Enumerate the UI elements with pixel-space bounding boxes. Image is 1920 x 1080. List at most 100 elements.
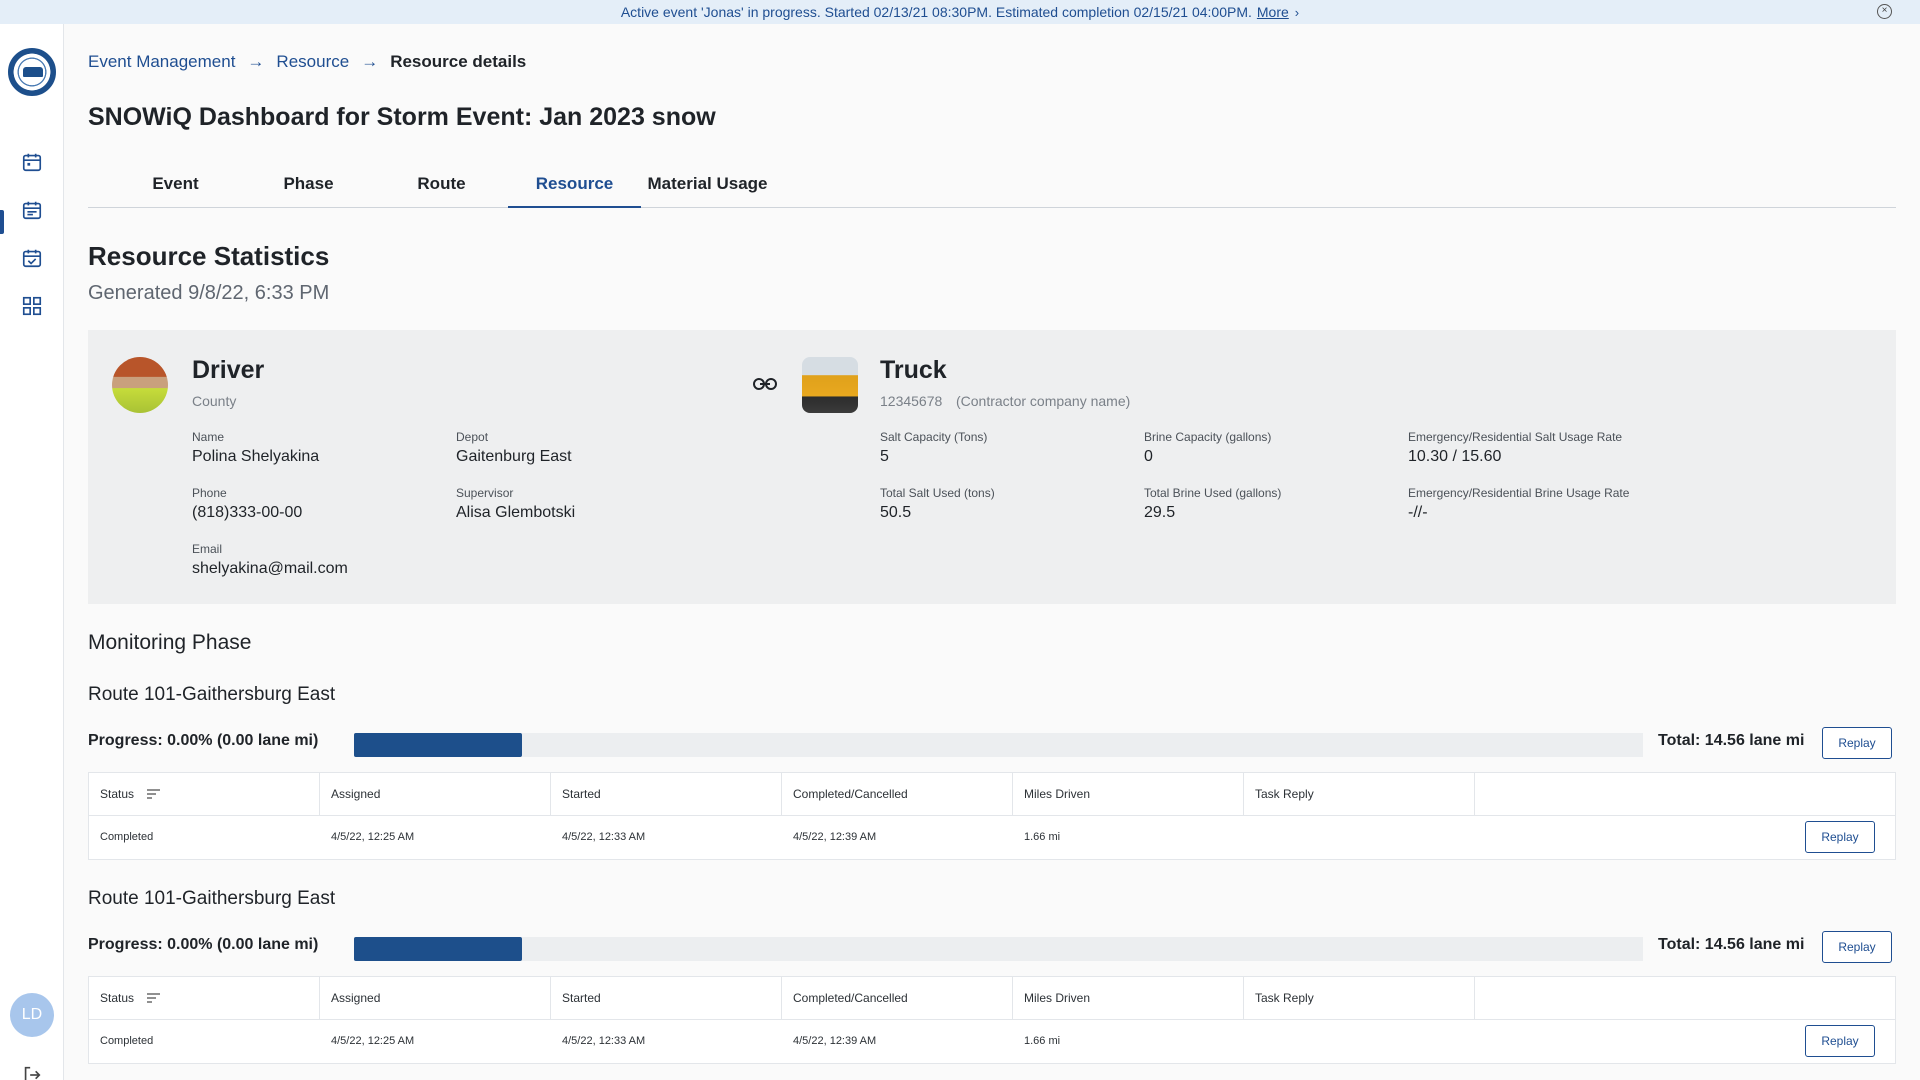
page-title: SNOWiQ Dashboard for Storm Event: Jan 20… [88, 103, 716, 131]
breadcrumb-event-management[interactable]: Event Management [88, 52, 235, 72]
cell-assigned: 4/5/22, 12:25 AM [331, 831, 415, 843]
arrow-right-icon: → [247, 52, 265, 71]
arrow-right-icon: → [361, 52, 379, 71]
logout-icon[interactable] [21, 1064, 43, 1080]
sidebar-item-dashboard[interactable] [20, 294, 44, 318]
grid-icon [22, 296, 42, 316]
row-replay-button[interactable]: Replay [1805, 1025, 1875, 1057]
cell-started: 4/5/22, 12:33 AM [562, 831, 646, 843]
driver-name: Polina Shelyakina [192, 448, 320, 465]
total-brine-label: Total Brine Used (gallons) [1144, 486, 1282, 500]
chevron-right-icon[interactable]: › [1295, 5, 1299, 20]
breadcrumb-resource[interactable]: Resource [276, 52, 349, 72]
cell-miles: 1.66 mi [1024, 1035, 1061, 1047]
progress-bar-fill [354, 937, 522, 961]
generated-timestamp: Generated 9/8/22, 6:33 PM [88, 282, 330, 304]
salt-capacity: 5 [880, 448, 889, 465]
column-header-started: Started [551, 977, 782, 1019]
tab-route[interactable]: Route [375, 170, 508, 208]
salt-rate: 10.30 / 15.60 [1408, 448, 1502, 465]
sort-icon[interactable] [147, 774, 161, 816]
brine-capacity-label: Brine Capacity (gallons) [1144, 430, 1272, 444]
table-header: Status Assigned Started Completed/Cancel… [89, 977, 1895, 1020]
cell-status: Completed [100, 1035, 154, 1047]
resource-card: Driver County Name Polina Shelyakina Dep… [88, 330, 1896, 604]
breadcrumb: Event Management → Resource → Resource d… [88, 52, 526, 72]
column-header-task-reply: Task Reply [1244, 773, 1475, 815]
cell-status: Completed [100, 831, 154, 843]
route-title: Route 101-Gaithersburg East [88, 888, 336, 909]
column-header-status: Status [89, 977, 320, 1019]
banner-message: Active event 'Jonas' in progress. Starte… [620, 4, 1252, 20]
sidebar-item-calendar[interactable] [20, 150, 44, 174]
column-header-started: Started [551, 773, 782, 815]
sidebar: LD [0, 24, 64, 1080]
driver-subtitle: County [192, 393, 237, 409]
progress-label: Progress: 0.00% (0.00 lane mi) [88, 732, 319, 749]
app-logo[interactable] [8, 48, 56, 96]
route-progress-row: Progress: 0.00% (0.00 lane mi) Total: 14… [88, 727, 1896, 759]
salt-capacity-label: Salt Capacity (Tons) [880, 430, 988, 444]
truck-photo [802, 357, 858, 413]
route-progress-row: Progress: 0.00% (0.00 lane mi) Total: 14… [88, 931, 1896, 963]
progress-total: Total: 14.56 lane mi [1658, 936, 1805, 953]
sidebar-item-tasks[interactable] [20, 246, 44, 270]
resource-statistics-title: Resource Statistics [88, 241, 330, 271]
column-header-completed: Completed/Cancelled [782, 977, 1013, 1019]
driver-email: shelyakina@mail.com [192, 560, 348, 577]
active-event-banner: Active event 'Jonas' in progress. Starte… [0, 0, 1920, 24]
cell-completed: 4/5/22, 12:39 AM [793, 1035, 877, 1047]
column-header-assigned: Assigned [320, 773, 551, 815]
truck-company: (Contractor company name) [956, 393, 1131, 409]
cell-completed: 4/5/22, 12:39 AM [793, 831, 877, 843]
column-header-assigned: Assigned [320, 977, 551, 1019]
total-salt-label: Total Salt Used (tons) [880, 486, 995, 500]
salt-rate-label: Emergency/Residential Salt Usage Rate [1408, 430, 1623, 444]
column-header-label: Status [100, 787, 135, 801]
driver-depot-label: Depot [456, 430, 489, 444]
close-icon[interactable]: × [1877, 4, 1892, 19]
total-salt: 50.5 [880, 504, 912, 521]
tab-resource[interactable]: Resource [508, 170, 641, 208]
total-brine: 29.5 [1144, 504, 1176, 521]
cell-task-reply [1244, 816, 1255, 859]
progress-bar [354, 733, 1643, 757]
driver-supervisor: Alisa Glembotski [456, 504, 576, 521]
sidebar-active-indicator [0, 210, 4, 234]
route-table: Status Assigned Started Completed/Cancel… [88, 772, 1896, 860]
brine-rate: -//- [1408, 504, 1428, 521]
cell-started: 4/5/22, 12:33 AM [562, 1035, 646, 1047]
column-header-task-reply: Task Reply [1244, 977, 1475, 1019]
brine-capacity: 0 [1144, 448, 1153, 465]
breadcrumb-current: Resource details [390, 52, 527, 71]
driver-phone-label: Phone [192, 486, 227, 500]
progress-bar [354, 937, 1643, 961]
progress-total: Total: 14.56 lane mi [1658, 732, 1805, 749]
route-table: Status Assigned Started Completed/Cancel… [88, 976, 1896, 1064]
banner-more-link[interactable]: More [1257, 4, 1289, 20]
column-header-miles: Miles Driven [1013, 977, 1244, 1019]
progress-label: Progress: 0.00% (0.00 lane mi) [88, 936, 319, 953]
truck-heading: Truck [880, 356, 947, 384]
cell-miles: 1.66 mi [1024, 831, 1061, 843]
column-header-label: Status [100, 991, 135, 1005]
route-replay-button[interactable]: Replay [1822, 931, 1892, 963]
tab-bar: Event Phase Route Resource Material Usag… [88, 170, 1896, 208]
column-header-miles: Miles Driven [1013, 773, 1244, 815]
truck-id: 12345678 [880, 393, 943, 409]
driver-email-label: Email [192, 542, 223, 556]
sidebar-item-events[interactable] [20, 198, 44, 222]
sort-icon[interactable] [147, 978, 161, 1020]
route-title: Route 101-Gaithersburg East [88, 684, 336, 705]
calendar-icon [22, 153, 42, 172]
cell-task-reply [1244, 1020, 1255, 1063]
route-replay-button[interactable]: Replay [1822, 727, 1892, 759]
progress-bar-fill [354, 733, 522, 757]
column-header-completed: Completed/Cancelled [782, 773, 1013, 815]
tab-material-usage[interactable]: Material Usage [641, 170, 774, 208]
row-replay-button[interactable]: Replay [1805, 821, 1875, 853]
column-header-status: Status [89, 773, 320, 815]
tab-event[interactable]: Event [109, 170, 242, 208]
user-avatar[interactable]: LD [10, 993, 54, 1037]
tab-phase[interactable]: Phase [242, 170, 375, 208]
